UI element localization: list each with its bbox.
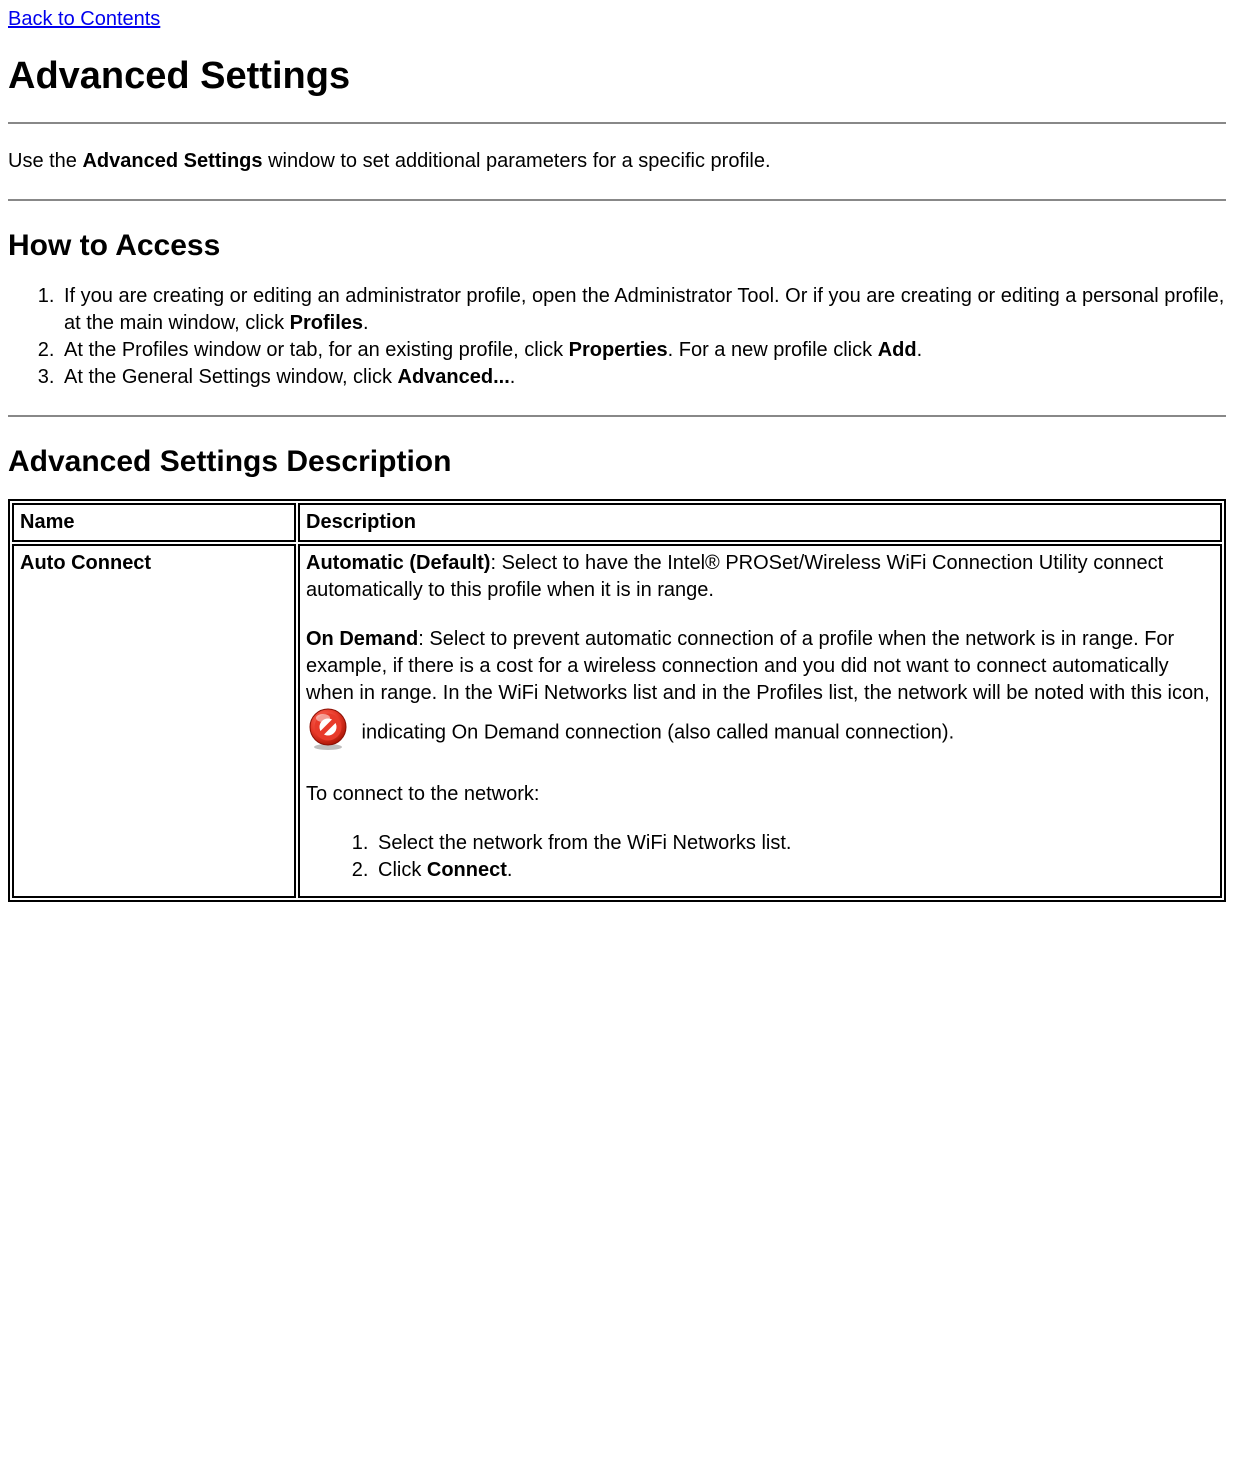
table-row: Auto Connect Automatic (Default): Select… bbox=[12, 544, 1222, 898]
connect-step-1: Select the network from the WiFi Network… bbox=[374, 830, 1214, 857]
page-title: Advanced Settings bbox=[8, 55, 1226, 98]
on-demand-after-icon: indicating On Demand connection (also ca… bbox=[356, 721, 954, 743]
intro-prefix: Use the bbox=[8, 150, 82, 172]
table-header-row: Name Description bbox=[12, 503, 1222, 542]
intro-suffix: window to set additional parameters for … bbox=[263, 150, 771, 172]
access-step-1: If you are creating or editing an admini… bbox=[60, 283, 1226, 337]
intro-paragraph: Use the Advanced Settings window to set … bbox=[8, 148, 1226, 175]
step3-text-c: . bbox=[510, 366, 516, 388]
step2-add: Add bbox=[878, 339, 917, 361]
connect-step2-c: . bbox=[507, 859, 513, 881]
on-demand-label: On Demand bbox=[306, 628, 418, 650]
access-step-3: At the General Settings window, click Ad… bbox=[60, 364, 1226, 391]
access-steps-list: If you are creating or editing an admini… bbox=[8, 283, 1226, 391]
connect-step2-connect: Connect bbox=[427, 859, 507, 881]
connect-step2-a: Click bbox=[378, 859, 427, 881]
how-to-access-heading: How to Access bbox=[8, 229, 1226, 263]
connect-step-2: Click Connect. bbox=[374, 857, 1214, 884]
connect-steps-list: Select the network from the WiFi Network… bbox=[306, 830, 1214, 884]
table-header-name: Name bbox=[12, 503, 296, 542]
divider bbox=[8, 122, 1226, 124]
back-to-contents-link[interactable]: Back to Contents bbox=[8, 8, 160, 30]
row-desc-auto-connect: Automatic (Default): Select to have the … bbox=[298, 544, 1222, 898]
automatic-default-label: Automatic (Default) bbox=[306, 552, 490, 574]
step2-text-a: At the Profiles window or tab, for an ex… bbox=[64, 339, 569, 361]
settings-table: Name Description Auto Connect Automatic … bbox=[8, 499, 1226, 902]
step2-text-c: . For a new profile click bbox=[668, 339, 878, 361]
step3-text-a: At the General Settings window, click bbox=[64, 366, 398, 388]
step2-text-e: . bbox=[917, 339, 923, 361]
step2-properties: Properties bbox=[569, 339, 668, 361]
prohibit-icon bbox=[306, 707, 350, 759]
on-demand-text: : Select to prevent automatic connection… bbox=[306, 628, 1210, 704]
table-header-description: Description bbox=[298, 503, 1222, 542]
step3-advanced: Advanced... bbox=[398, 366, 510, 388]
intro-bold: Advanced Settings bbox=[82, 150, 262, 172]
access-step-2: At the Profiles window or tab, for an ex… bbox=[60, 337, 1226, 364]
row-name-auto-connect: Auto Connect bbox=[12, 544, 296, 898]
step1-profiles: Profiles bbox=[290, 312, 363, 334]
connect-intro: To connect to the network: bbox=[306, 781, 1214, 808]
divider bbox=[8, 199, 1226, 201]
description-heading: Advanced Settings Description bbox=[8, 445, 1226, 479]
step1-text-a: If you are creating or editing an admini… bbox=[64, 285, 1224, 334]
step1-text-c: . bbox=[363, 312, 369, 334]
divider bbox=[8, 415, 1226, 417]
